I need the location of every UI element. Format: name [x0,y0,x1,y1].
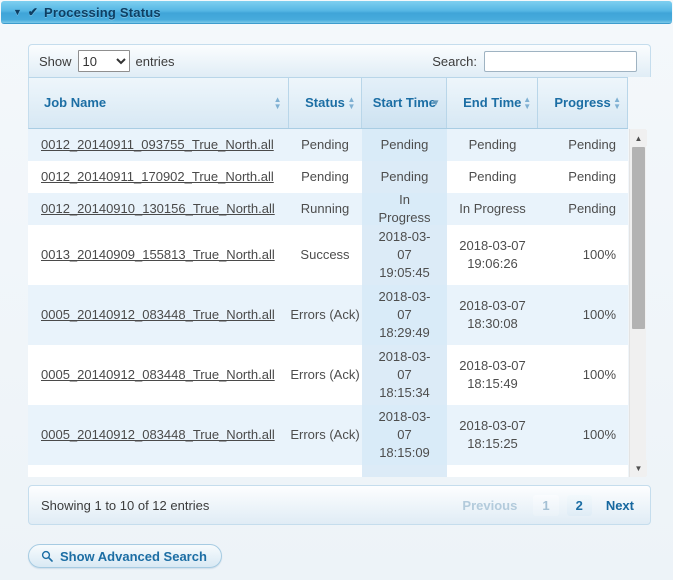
sort-icon[interactable]: ▲▼ [523,96,531,110]
page-size-select[interactable]: 10 [78,50,130,72]
end-time-cell: 2018-03-07 18:15:49 [447,345,538,405]
panel-title: Processing Status [44,5,161,20]
table-row: 0005_20140912_083448_True_North.all Erro… [28,285,628,345]
end-time-cell: 2018-03-07 18:15:25 [447,405,538,465]
pagination-previous-button[interactable]: Previous [454,495,525,516]
table-toolbar: Show 10 entries Search: [28,44,651,77]
progress-cell: 100% [538,405,628,465]
sort-icon[interactable]: ▲▼ [274,96,282,110]
advanced-search-label: Show Advanced Search [60,549,207,564]
job-link[interactable]: 0012_20140910_130156_True_North.all [41,200,275,218]
panel-content: Show 10 entries Search: Job Name ▲▼ Stat… [0,24,673,525]
progress-cell: Pending [538,161,628,193]
table-row: 0012_20140910_130156_True_North.all Runn… [28,193,628,225]
start-time-cell: 2018-03-07 19:05:45 [362,225,447,285]
progress-cell: Pending [538,193,628,225]
table-row: 0012_20140911_170902_True_North.all Pend… [28,161,628,193]
pagination-next-button[interactable]: Next [600,495,640,516]
job-link[interactable]: 0005_20140912_083448_True_North.all [41,426,275,444]
pagination-page-1-button[interactable]: 1 [533,495,558,516]
end-time-cell: 2018-03-07 19:06:26 [447,225,538,285]
job-link[interactable]: 0013_20140909_155813_True_North.all [41,246,275,264]
table-row: 0005_20140912_083448_True_North.all Erro… [28,345,628,405]
progress-cell: 100% [538,285,628,345]
table-scroll-area: 0012_20140911_093755_True_North.all Pend… [28,129,646,477]
start-time-cell: Pending [362,161,447,193]
end-time-cell: 2018-03-07 18:30:08 [447,285,538,345]
status-cell: Running [288,193,362,225]
status-cell: Pending [288,161,362,193]
collapse-caret-icon[interactable]: ▼ [13,7,22,17]
column-header-progress[interactable]: Progress ▲▼ [538,78,628,128]
table-header-row: Job Name ▲▼ Status ▲▼ Start Time ▼ End T… [28,77,628,129]
magnifier-icon [41,550,53,562]
start-time-cell: 2018-03-07 18:15:34 [362,345,447,405]
table-body: 0012_20140911_093755_True_North.all Pend… [28,129,628,477]
status-cell: Errors (Ack) [288,285,362,345]
job-link[interactable]: 0012_20140911_093755_True_North.all [41,136,274,154]
status-cell: Pending [288,129,362,161]
pagination: Previous 1 2 Next [454,495,640,516]
column-header-start-time[interactable]: Start Time ▼ [362,78,447,128]
sort-icon[interactable]: ▲▼ [613,96,621,110]
job-link[interactable]: 0005_20140912_083448_True_North.all [41,306,275,324]
column-header-end-time[interactable]: End Time ▲▼ [447,78,538,128]
pagination-page-2-button[interactable]: 2 [567,495,592,516]
show-advanced-search-button[interactable]: Show Advanced Search [28,544,222,568]
start-time-cell: Pending [362,129,447,161]
table-row-clipped [28,465,628,477]
showing-entries-info: Showing 1 to 10 of 12 entries [41,498,209,513]
sort-descending-icon[interactable]: ▼ [431,99,440,108]
show-entries-control: Show 10 entries [39,50,175,72]
column-header-job-name[interactable]: Job Name ▲▼ [29,78,289,128]
start-time-cell: In Progress [362,193,447,225]
status-cell: Success [288,225,362,285]
search-control: Search: [432,51,637,72]
scroll-up-arrow-icon[interactable]: ▲ [630,130,647,146]
scrollbar-thumb[interactable] [632,147,645,329]
job-link[interactable]: 0005_20140912_083448_True_North.all [41,366,275,384]
progress-cell: 100% [538,225,628,285]
column-header-status[interactable]: Status ▲▼ [289,78,363,128]
progress-cell: 100% [538,345,628,405]
table-row: 0013_20140909_155813_True_North.all Succ… [28,225,628,285]
end-time-cell: Pending [447,129,538,161]
show-label: Show [39,54,72,69]
table-footer: Showing 1 to 10 of 12 entries Previous 1… [28,485,651,525]
panel-titlebar[interactable]: ▼ ✔ Processing Status [1,1,672,24]
progress-cell: Pending [538,129,628,161]
scroll-down-arrow-icon[interactable]: ▼ [630,460,647,476]
check-icon: ✔ [28,5,38,19]
start-time-cell: 2018-03-07 18:15:09 [362,405,447,465]
sort-icon[interactable]: ▲▼ [348,96,356,110]
vertical-scrollbar[interactable]: ▲ ▼ [629,129,646,477]
end-time-cell: In Progress [447,193,538,225]
search-label: Search: [432,54,477,69]
status-cell: Errors (Ack) [288,405,362,465]
table-row: 0005_20140912_083448_True_North.all Erro… [28,405,628,465]
search-input[interactable] [484,51,637,72]
status-cell: Errors (Ack) [288,345,362,405]
start-time-cell: 2018-03-07 18:29:49 [362,285,447,345]
end-time-cell: Pending [447,161,538,193]
table-row: 0012_20140911_093755_True_North.all Pend… [28,129,628,161]
job-link[interactable]: 0012_20140911_170902_True_North.all [41,168,274,186]
entries-label: entries [136,54,175,69]
